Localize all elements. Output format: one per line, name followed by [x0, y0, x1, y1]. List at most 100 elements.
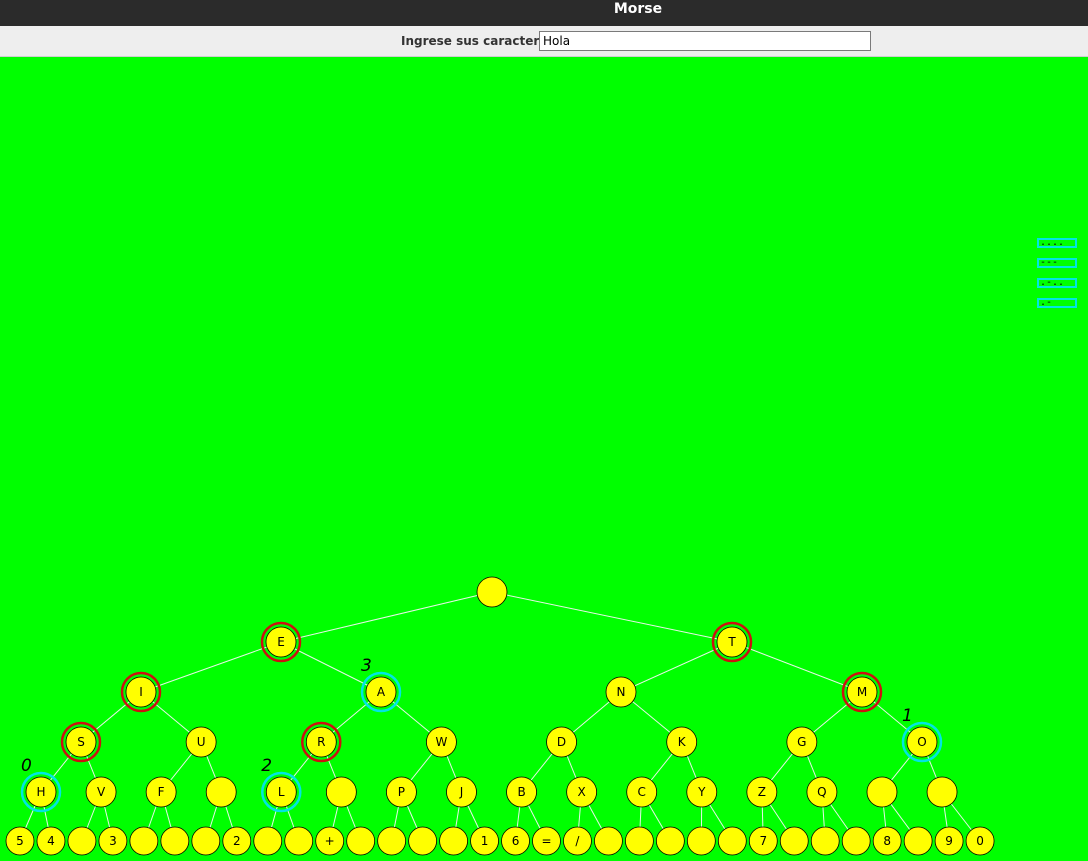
tree-node-6: 6 — [501, 826, 530, 856]
tree-node-empty — [655, 826, 685, 856]
tree-node-empty — [67, 826, 97, 856]
node-circle — [408, 826, 438, 856]
tree-node-empty — [439, 826, 468, 856]
node-circle — [594, 826, 623, 856]
node-label: A — [377, 685, 386, 699]
tree-node-0: 0 — [965, 826, 995, 856]
tree-node-empty — [926, 776, 958, 808]
tree-node-s: S — [60, 721, 102, 763]
node-circle — [439, 826, 468, 856]
tree-node-3: 3 — [98, 826, 128, 856]
tree-node-q: Q — [806, 776, 838, 808]
node-circle — [160, 826, 190, 856]
tree-node-empty — [253, 826, 283, 856]
tree-node-empty — [325, 776, 357, 808]
node-label: 6 — [512, 834, 520, 848]
tree-node-g: G — [786, 726, 818, 758]
node-label: 9 — [945, 834, 953, 848]
node-circle — [191, 826, 221, 856]
tree-node-empty — [594, 826, 623, 856]
node-circle — [253, 826, 283, 856]
order-label: 1 — [902, 706, 913, 726]
node-label: B — [517, 785, 525, 799]
morse-output-h: .... — [1037, 238, 1077, 248]
tree-node-k: K — [666, 726, 698, 758]
tree-node-j: J — [446, 776, 477, 808]
node-label: 2 — [233, 834, 241, 848]
node-label: Y — [697, 785, 706, 799]
node-circle — [810, 826, 840, 856]
tree-node-b: B — [506, 776, 537, 808]
node-label: 8 — [883, 834, 891, 848]
morse-canvas: E T I A 3 N M S U R W D K G O 1 H 0 V F L 2 P J B X C Y Z Q 5 4 3 2 +1 6 =/7… — [0, 57, 1088, 861]
node-circle — [779, 826, 809, 856]
tree-node-v: V — [85, 776, 117, 808]
tree-node-empty — [377, 826, 407, 856]
tree-node-h: H0 — [20, 756, 62, 813]
node-label: 0 — [976, 834, 984, 848]
tree-node-l: L2 — [261, 756, 302, 813]
window-title: Morse — [613, 1, 663, 17]
tree-edge — [280, 591, 493, 643]
tree-node-z: Z — [746, 776, 778, 808]
tree-node-4: 4 — [36, 826, 66, 856]
morse-output-l: .-.. — [1037, 278, 1077, 288]
node-circle — [346, 826, 376, 856]
tree-node-empty — [346, 826, 376, 856]
node-label: + — [325, 834, 335, 848]
order-label: 0 — [21, 756, 32, 776]
tree-node-9: 9 — [934, 826, 964, 856]
tree-node-empty — [625, 826, 654, 856]
node-circle — [866, 776, 898, 808]
node-circle — [377, 826, 407, 856]
node-circle — [205, 776, 237, 808]
node-label: S — [77, 735, 85, 749]
tree-node-empty — [408, 826, 438, 856]
node-label: R — [317, 735, 325, 749]
tree-node-i: I — [120, 671, 162, 713]
order-label: 2 — [261, 756, 272, 776]
tree-node-5: 5 — [5, 826, 35, 856]
node-label: = — [541, 834, 551, 848]
node-label: V — [97, 785, 106, 799]
node-label: H — [36, 785, 45, 799]
tree-node-empty — [686, 826, 716, 856]
tree-node-empty — [779, 826, 809, 856]
tree-node-e: E — [260, 621, 302, 663]
node-label: O — [917, 735, 926, 749]
tree-node-1: 1 — [470, 826, 499, 856]
tree-node-equals: = — [532, 826, 561, 856]
node-label: 1 — [481, 834, 489, 848]
node-label: E — [277, 635, 285, 649]
node-label: K — [678, 735, 687, 749]
tree-node-r: R — [301, 721, 342, 763]
node-circle — [841, 826, 871, 856]
node-label: C — [638, 785, 646, 799]
tree-node-empty — [205, 776, 237, 808]
tree-node-7: 7 — [748, 826, 778, 856]
tree-edge — [731, 641, 863, 693]
order-label: 3 — [361, 656, 372, 676]
morse-output-a: .- — [1037, 298, 1077, 308]
tree-node-slash: / — [563, 826, 592, 856]
window-titlebar: Morse — [0, 0, 1088, 26]
node-circle — [926, 776, 958, 808]
node-label: P — [398, 785, 405, 799]
node-label: U — [197, 735, 206, 749]
node-label: I — [139, 685, 143, 699]
morse-tree: E TI A3N MS U R W D K G O1H0V F L2P J B X C Y Z Q5 4 3 2 +1 6 =/7… — [5, 576, 995, 856]
node-circle — [67, 826, 97, 856]
node-label: 4 — [47, 834, 55, 848]
node-label: T — [727, 635, 736, 649]
tree-node-empty — [160, 826, 190, 856]
node-label: 3 — [109, 834, 117, 848]
characters-input[interactable] — [539, 31, 871, 51]
tree-node-empty — [903, 826, 933, 856]
tree-node-plus: + — [315, 826, 345, 856]
tree-node-8: 8 — [872, 826, 902, 856]
morse-output-o: --- — [1037, 258, 1077, 268]
node-label: J — [459, 785, 464, 799]
tree-node-m: M — [841, 671, 883, 713]
tree-node-n: N — [605, 676, 637, 708]
tree-node-o: O1 — [901, 706, 943, 763]
